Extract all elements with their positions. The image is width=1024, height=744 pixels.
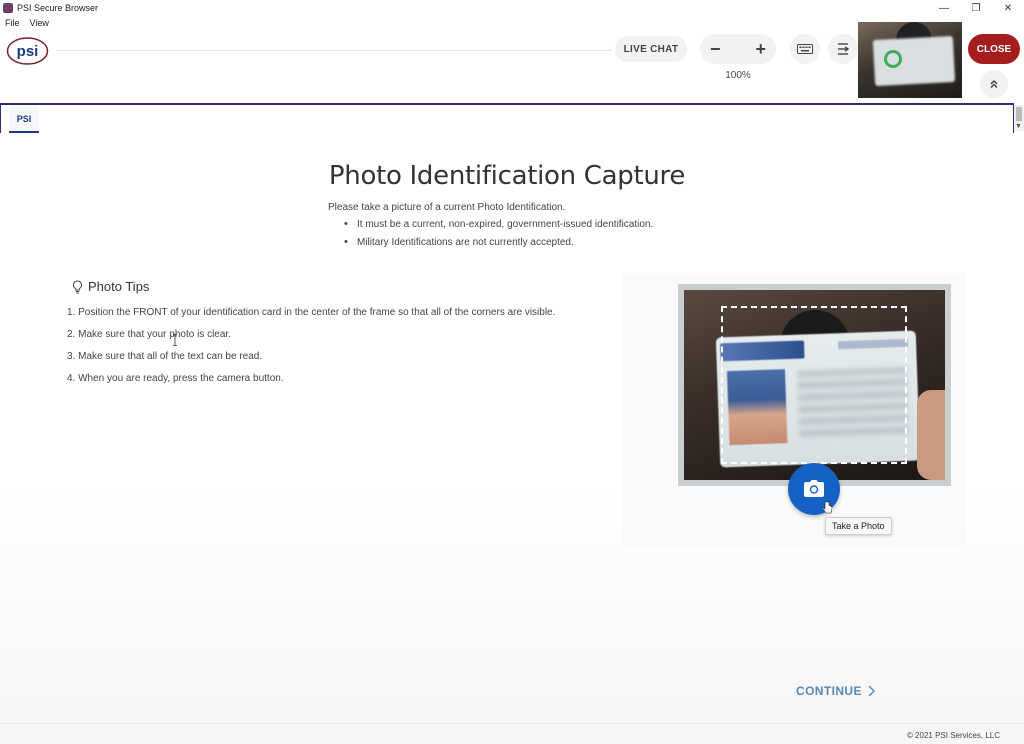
camera-icon bbox=[804, 480, 824, 497]
scrollbar-thumb[interactable] bbox=[1016, 107, 1022, 121]
fit-width-button[interactable] bbox=[828, 34, 858, 64]
zoom-controls: − + bbox=[700, 34, 776, 64]
photo-tips-title: Photo Tips bbox=[88, 279, 150, 294]
logo-text: psi bbox=[17, 43, 39, 60]
list-item: 4. When you are ready, press the camera … bbox=[67, 373, 284, 384]
minimize-button[interactable]: — bbox=[928, 0, 960, 16]
window-title: PSI Secure Browser bbox=[17, 3, 99, 13]
psi-logo: psi bbox=[6, 37, 49, 65]
requirements-list: It must be a current, non-expired, gover… bbox=[344, 218, 653, 255]
hand-cursor-icon bbox=[822, 501, 832, 514]
main-content: Photo Identification Capture Please take… bbox=[0, 133, 1024, 723]
continue-label: CONTINUE bbox=[796, 684, 862, 698]
close-exam-button[interactable]: CLOSE bbox=[968, 34, 1020, 64]
list-item: It must be a current, non-expired, gover… bbox=[344, 218, 653, 230]
window-titlebar: PSI Secure Browser — ❐ ✕ bbox=[0, 0, 1024, 16]
chevron-right-icon bbox=[868, 685, 875, 697]
scrollbar[interactable]: ▼ bbox=[1014, 105, 1024, 131]
app-toolbar: psi LIVE CHAT − + 100% CLOSE bbox=[0, 22, 1024, 102]
continue-button[interactable]: CONTINUE bbox=[796, 684, 875, 698]
list-item: Military Identifications are not current… bbox=[344, 236, 653, 248]
zoom-out-button[interactable]: − bbox=[710, 40, 721, 58]
zoom-level: 100% bbox=[725, 70, 751, 81]
take-photo-button[interactable] bbox=[788, 463, 840, 515]
zoom-in-button[interactable]: + bbox=[755, 40, 766, 58]
text-cursor-icon bbox=[173, 334, 177, 346]
intro-text: Please take a picture of a current Photo… bbox=[328, 202, 566, 213]
toolbar-divider bbox=[56, 50, 612, 51]
list-item: 1. Position the FRONT of your identifica… bbox=[67, 307, 556, 318]
page-title: Photo Identification Capture bbox=[328, 161, 686, 191]
take-photo-tooltip: Take a Photo bbox=[825, 517, 892, 535]
restore-button[interactable]: ❐ bbox=[960, 0, 992, 16]
window-close-button[interactable]: ✕ bbox=[992, 0, 1024, 16]
fit-width-icon bbox=[838, 43, 850, 55]
photo-tips-heading: Photo Tips bbox=[72, 279, 149, 294]
tab-psi[interactable]: PSI bbox=[9, 107, 39, 133]
tips-list: 1. Position the FRONT of your identifica… bbox=[67, 307, 555, 395]
copyright-text: © 2021 PSI Services, LLC bbox=[906, 731, 1000, 740]
menu-file[interactable]: File bbox=[0, 16, 25, 30]
app-icon bbox=[3, 3, 13, 13]
keyboard-button[interactable] bbox=[790, 34, 820, 64]
list-item: 2. Make sure that your photo is clear. bbox=[67, 329, 231, 340]
lightbulb-icon bbox=[72, 279, 83, 293]
webcam-preview bbox=[858, 22, 962, 98]
footer: © 2021 PSI Services, LLC bbox=[0, 723, 1024, 744]
keyboard-icon bbox=[797, 44, 813, 54]
tab-strip: PSI bbox=[0, 103, 1014, 133]
menubar: File View bbox=[0, 16, 54, 30]
scroll-down-icon[interactable]: ▼ bbox=[1015, 123, 1022, 130]
alignment-guide bbox=[721, 306, 907, 464]
camera-viewfinder bbox=[678, 284, 951, 486]
window-controls: — ❐ ✕ bbox=[928, 0, 1024, 16]
chevron-up-double-icon bbox=[990, 79, 998, 89]
list-item: 3. Make sure that all of the text can be… bbox=[67, 351, 263, 362]
menu-view[interactable]: View bbox=[25, 16, 54, 30]
live-chat-button[interactable]: LIVE CHAT bbox=[615, 36, 687, 62]
collapse-toolbar-button[interactable] bbox=[980, 70, 1008, 98]
camera-feed bbox=[684, 290, 945, 480]
